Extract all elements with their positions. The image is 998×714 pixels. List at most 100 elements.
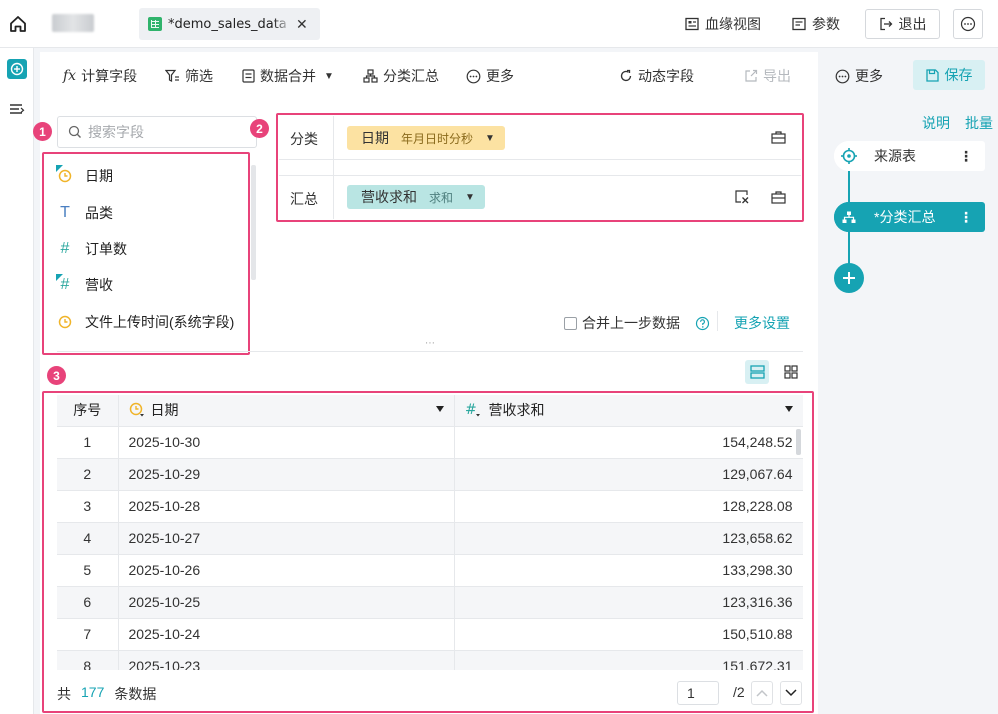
kebab-menu-icon[interactable]: ⋮: [959, 148, 973, 165]
flow-connector: [848, 170, 850, 204]
header-revenue-sum[interactable]: # 营收求和: [454, 395, 803, 427]
save-label: 保存: [944, 67, 973, 83]
config-row-divider: [279, 159, 801, 160]
chevron-down-icon: ▼: [324, 70, 334, 82]
row-revenue: 128,228.08: [454, 490, 803, 523]
row-view-button[interactable]: [745, 360, 769, 384]
home-icon[interactable]: [8, 14, 28, 34]
lineage-label: 血缘视图: [705, 16, 761, 32]
row-revenue: 150,510.88: [454, 618, 803, 651]
group-field-pill[interactable]: 日期 年月日时分秒 ▼: [347, 126, 505, 150]
flow-node-source[interactable]: 来源表 ⋮: [834, 141, 985, 171]
badge-1: 1: [33, 122, 52, 141]
row-seq: 7: [57, 618, 119, 651]
lineage-icon: [685, 17, 699, 31]
table-row: 5 2025-10-26 133,298.30: [57, 554, 803, 587]
field-item-revenue[interactable]: # 营收: [56, 274, 113, 295]
table-row: 1 2025-10-30 154,248.52: [57, 426, 803, 459]
resize-handle[interactable]: ⋯: [425, 338, 436, 349]
calc-field-label: 计算字段: [81, 68, 138, 84]
row-seq: 5: [57, 554, 119, 587]
dynamic-field-button[interactable]: 动态字段: [619, 66, 694, 86]
field-name: 订单数: [85, 241, 127, 257]
close-tab-icon[interactable]: ✕: [296, 16, 308, 33]
row-revenue: 123,316.36: [454, 586, 803, 619]
chevron-down-icon[interactable]: [435, 406, 444, 412]
field-search[interactable]: [57, 116, 257, 148]
toolbox-icon[interactable]: [771, 130, 786, 144]
params-button[interactable]: 参数: [792, 14, 840, 34]
more-tools-button[interactable]: 更多: [466, 66, 514, 86]
header-label: 日期: [150, 402, 179, 419]
flow-node-group-summary[interactable]: *分类汇总 ⋮: [834, 202, 985, 232]
header-date[interactable]: 日期: [118, 395, 455, 427]
chevron-down-icon[interactable]: ▼: [485, 133, 495, 144]
grid-view-button[interactable]: [779, 360, 803, 384]
table-scrollbar[interactable]: [796, 429, 801, 455]
clear-filter-icon[interactable]: [735, 190, 749, 204]
exit-button[interactable]: 退出: [865, 9, 940, 39]
merge-previous-label: 合并上一步数据: [582, 315, 680, 331]
kebab-menu-icon[interactable]: ⋮: [959, 209, 973, 226]
badge-2: 2: [250, 119, 269, 138]
total-count: 177: [81, 684, 105, 700]
chevron-down-icon[interactable]: [784, 406, 793, 412]
merge-previous-checkbox[interactable]: [564, 316, 577, 330]
preview-table-viewport[interactable]: 序号 日期 # 营收求和 1 2025-10-30 154,248.52 2 2025…: [57, 395, 803, 670]
more-settings-link[interactable]: 更多设置: [734, 313, 790, 333]
summary-label: 汇总: [290, 191, 318, 207]
more-actions-button[interactable]: 更多: [835, 66, 883, 86]
next-page-button[interactable]: [780, 681, 802, 705]
exit-icon: [879, 17, 892, 31]
list-outline-icon[interactable]: [9, 103, 25, 117]
more-actions-label: 更多: [855, 68, 883, 84]
svg-text:#: #: [465, 402, 477, 418]
more-options-button[interactable]: [953, 9, 983, 39]
page-number-input[interactable]: 1: [677, 681, 719, 705]
chevron-down-icon[interactable]: ▼: [465, 192, 475, 203]
field-item-category[interactable]: T 品类: [57, 203, 113, 223]
pill-field-name: 日期: [361, 130, 389, 146]
config-row-divider: [279, 175, 801, 176]
help-icon[interactable]: [695, 316, 710, 331]
summary-field-pill[interactable]: 营收求和 求和 ▼: [347, 185, 485, 209]
lineage-view-button[interactable]: 血缘视图: [685, 14, 761, 34]
data-merge-button[interactable]: 数据合并 ▼: [242, 66, 334, 86]
data-merge-label: 数据合并: [260, 68, 316, 84]
field-item-upload-time[interactable]: 文件上传时间(系统字段): [57, 312, 234, 332]
save-button[interactable]: 保存: [913, 60, 985, 90]
preview-table: 序号 日期 # 营收求和 1 2025-10-30 154,248.52 2 2025…: [57, 395, 803, 670]
field-item-orders[interactable]: # 订单数: [57, 239, 127, 259]
search-input[interactable]: [88, 124, 238, 140]
ellipsis-circle-icon: [835, 69, 850, 83]
table-row: 7 2025-10-24 150,510.88: [57, 618, 803, 651]
filter-button[interactable]: 筛选: [165, 66, 213, 86]
field-list-scrollbar[interactable]: [251, 165, 256, 280]
prev-page-button[interactable]: [751, 681, 773, 705]
flow-node-label: *分类汇总: [874, 209, 936, 225]
batch-link[interactable]: 批量: [965, 113, 993, 133]
merge-previous-option[interactable]: 合并上一步数据: [564, 313, 710, 333]
flow-panel: [818, 98, 998, 714]
file-tab[interactable]: *demo_sales_data ✕: [139, 8, 320, 40]
toolbox-icon[interactable]: [771, 190, 786, 204]
add-step-icon[interactable]: [7, 59, 27, 79]
row-date: 2025-10-26: [118, 554, 455, 587]
dynamic-field-label: 动态字段: [638, 68, 694, 84]
date-field-icon: [57, 314, 73, 330]
export-button[interactable]: 导出: [744, 66, 791, 86]
config-divider: [333, 116, 334, 219]
table-row: 4 2025-10-27 123,658.62: [57, 522, 803, 555]
ellipsis-icon: [960, 16, 976, 32]
export-icon: [745, 69, 758, 82]
add-node-button[interactable]: [834, 263, 864, 293]
table-row: 8 2025-10-23 151,672.31: [57, 650, 803, 670]
calc-field-button[interactable]: fx 计算字段: [63, 66, 137, 86]
file-tab-title: *demo_sales_data: [168, 16, 287, 32]
explain-link[interactable]: 说明: [922, 113, 950, 133]
field-name: 日期: [85, 168, 113, 184]
field-item-date[interactable]: 日期: [56, 165, 113, 186]
total-prefix: 共: [57, 686, 71, 702]
field-name: 营收: [85, 277, 113, 293]
group-summary-button[interactable]: 分类汇总: [363, 66, 439, 86]
